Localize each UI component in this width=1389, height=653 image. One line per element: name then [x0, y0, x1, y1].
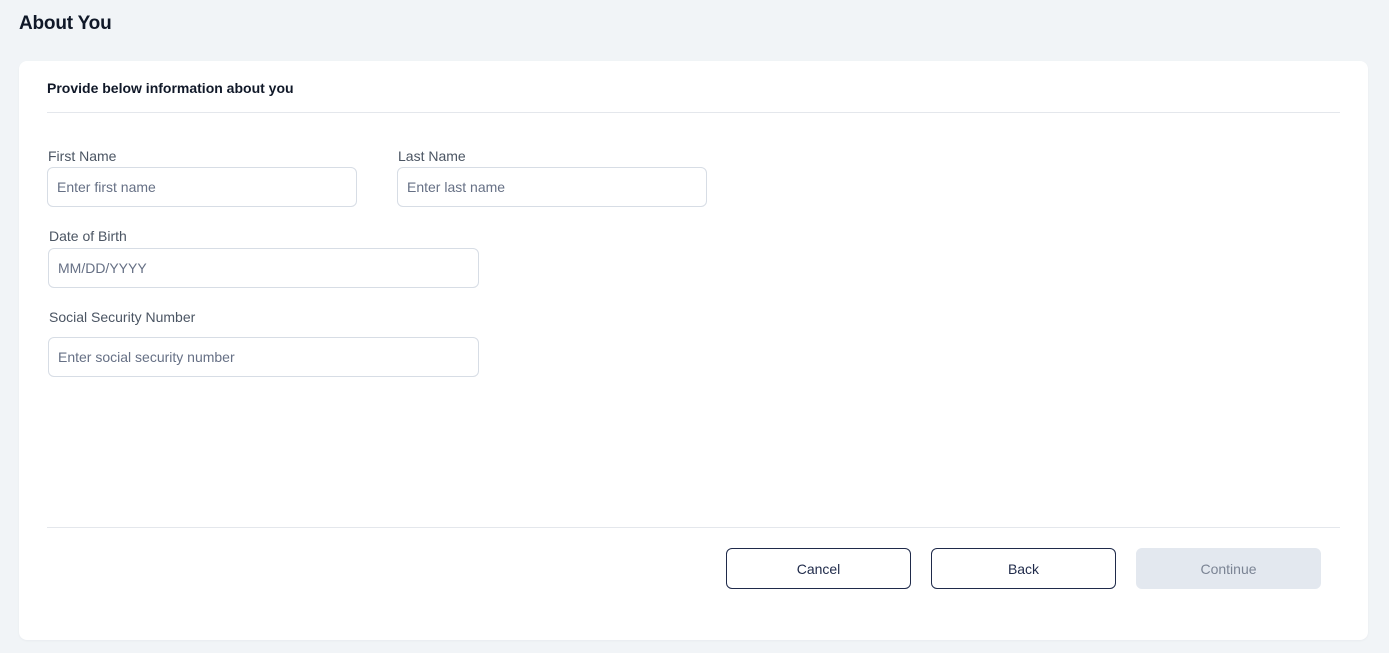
ssn-input[interactable]: [48, 337, 479, 377]
last-name-label: Last Name: [398, 148, 466, 164]
page-title: About You: [19, 13, 112, 34]
dob-label: Date of Birth: [49, 228, 127, 244]
ssn-label: Social Security Number: [49, 309, 196, 325]
header-divider: [47, 112, 1340, 113]
dob-input[interactable]: [48, 248, 479, 288]
cancel-button[interactable]: Cancel: [726, 548, 911, 589]
back-button[interactable]: Back: [931, 548, 1116, 589]
first-name-input[interactable]: [47, 167, 357, 207]
footer-divider: [47, 527, 1340, 528]
card-header: Provide below information about you: [47, 80, 294, 96]
last-name-input[interactable]: [397, 167, 707, 207]
continue-button[interactable]: Continue: [1136, 548, 1321, 589]
about-you-card: Provide below information about you Firs…: [19, 61, 1368, 640]
first-name-label: First Name: [48, 148, 117, 164]
